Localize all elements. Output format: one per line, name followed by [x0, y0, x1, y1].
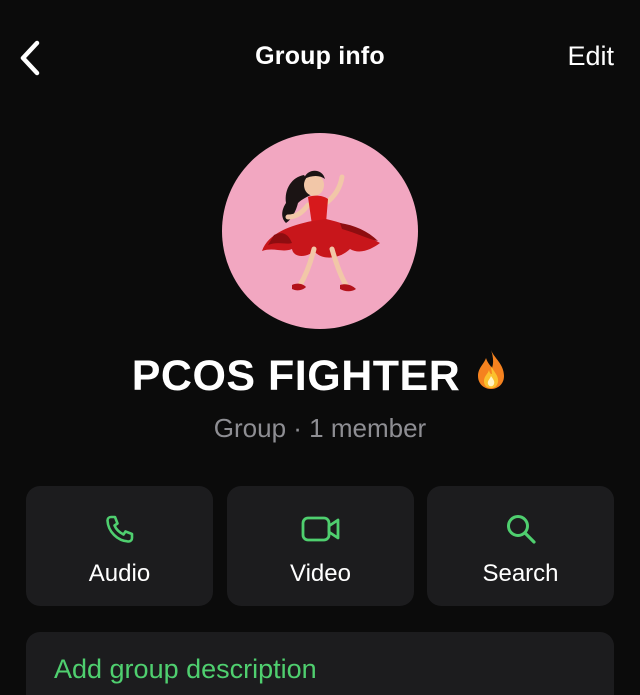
phone-icon	[26, 512, 213, 546]
fire-emoji	[474, 348, 508, 401]
group-description-card[interactable]: Add group description	[26, 632, 614, 695]
navigation-bar: Group info Edit	[0, 0, 640, 120]
search-button[interactable]: Search	[427, 486, 614, 606]
group-name-text: PCOS FIGHTER	[131, 352, 461, 400]
group-subtitle: Group · 1 member	[213, 413, 427, 443]
group-info-screen: Group info Edit PCOS FIGHTER Group · 1 m…	[0, 0, 640, 695]
video-label: Video	[290, 560, 351, 587]
video-camera-icon	[227, 512, 414, 546]
quick-actions: Audio Video Search	[26, 486, 614, 606]
group-avatar[interactable]	[222, 133, 418, 329]
group-name: PCOS FIGHTER	[0, 350, 640, 401]
search-label: Search	[482, 560, 559, 587]
video-call-button[interactable]: Video	[227, 486, 414, 606]
edit-button[interactable]: Edit	[567, 41, 614, 72]
page-title: Group info	[255, 42, 385, 70]
audio-call-button[interactable]: Audio	[26, 486, 213, 606]
dancing-woman-emoji	[262, 170, 380, 292]
audio-label: Audio	[88, 560, 151, 587]
add-group-description-link[interactable]: Add group description	[54, 654, 317, 685]
search-icon	[427, 512, 614, 546]
